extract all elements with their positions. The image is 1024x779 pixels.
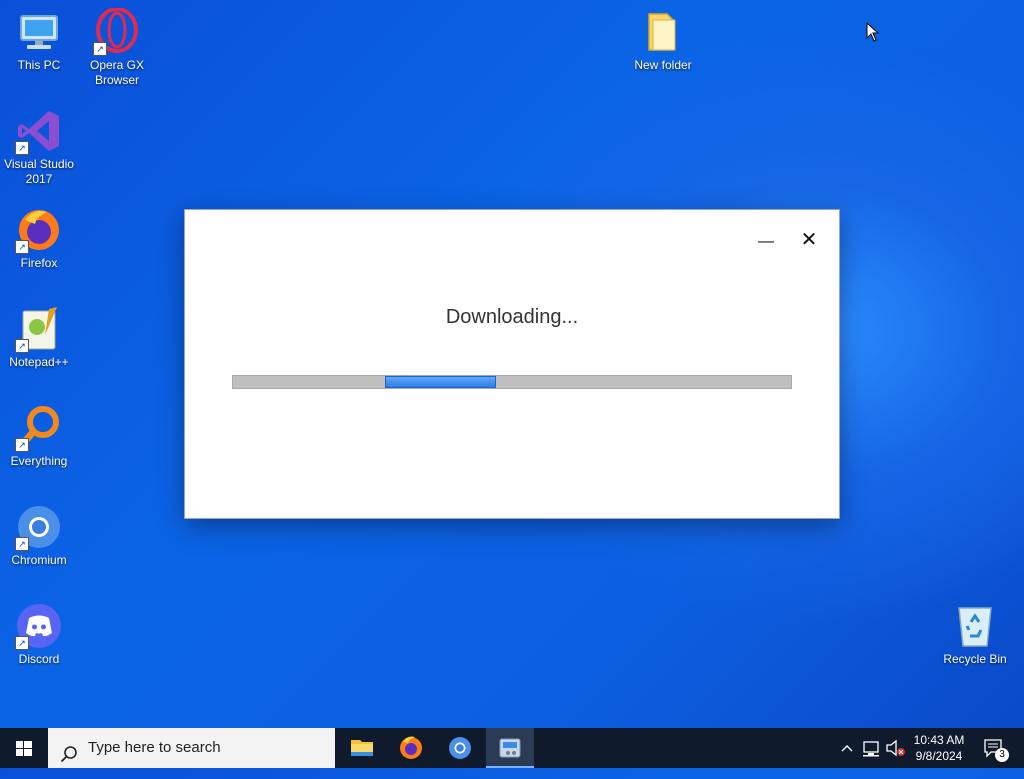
volume-muted-icon[interactable] [884, 728, 906, 768]
desktop-icon-firefox[interactable]: ↗ Firefox [0, 206, 78, 271]
desktop-icon-label: Discord [18, 652, 60, 666]
desktop-icon-notepadpp[interactable]: ↗ Notepad++ [0, 305, 78, 370]
desktop-icon-label: Everything [10, 454, 68, 468]
shortcut-arrow-icon: ↗ [15, 339, 29, 353]
desktop-icon-label: Firefox [20, 256, 58, 270]
taskbar-app-installer[interactable] [486, 728, 534, 768]
taskbar: Type here to search 10:43 AM 9/8/2024 3 [0, 728, 1024, 768]
firefox-icon: ↗ [15, 206, 63, 254]
recycle-bin-icon [951, 602, 999, 650]
desktop-icon-chromium[interactable]: ↗ Chromium [0, 503, 78, 568]
desktop-icon-recycle-bin[interactable]: Recycle Bin [936, 602, 1014, 667]
notepadpp-icon: ↗ [15, 305, 63, 353]
clock-time: 10:43 AM [913, 733, 965, 747]
desktop-icon-label: Chromium [11, 553, 67, 567]
search-placeholder: Type here to search [88, 739, 221, 756]
desktop-icon-discord[interactable]: ↗ Discord [0, 602, 78, 667]
shortcut-arrow-icon: ↗ [93, 42, 107, 56]
shortcut-arrow-icon: ↗ [15, 141, 29, 155]
close-button[interactable]: ✕ [793, 224, 825, 256]
search-icon [60, 739, 78, 779]
taskbar-search-box[interactable]: Type here to search [48, 728, 335, 768]
chromium-icon: ↗ [15, 503, 63, 551]
notification-center-button[interactable]: 3 [980, 728, 1010, 768]
installer-icon [499, 738, 521, 758]
taskbar-app-firefox[interactable] [387, 728, 435, 768]
windows-logo-icon [16, 741, 32, 756]
file-explorer-icon [351, 740, 373, 756]
discord-icon: ↗ [15, 602, 63, 650]
network-icon[interactable] [860, 728, 882, 768]
taskbar-clock[interactable]: 10:43 AM 9/8/2024 [906, 732, 972, 764]
monitor-icon [15, 8, 63, 56]
minimize-icon: — [758, 233, 774, 250]
desktop-icon-visual-studio[interactable]: ↗ Visual Studio 2017 [0, 107, 78, 187]
progress-indicator [385, 376, 496, 388]
desktop-icon-everything[interactable]: ↗ Everything [0, 404, 78, 469]
opera-gx-icon: ↗ [93, 7, 141, 56]
everything-icon: ↗ [15, 404, 63, 452]
tray-chevron-up-icon[interactable] [838, 728, 856, 768]
download-dialog: — ✕ Downloading... [184, 209, 840, 519]
desktop-icon-this-pc[interactable]: This PC [0, 8, 78, 73]
progress-bar [232, 375, 792, 389]
chromium-icon [449, 737, 471, 759]
firefox-icon [400, 736, 422, 759]
desktop-icon-label: New folder [634, 58, 692, 72]
desktop-icon-label: This PC [17, 58, 61, 72]
start-button[interactable] [0, 728, 48, 768]
close-icon: ✕ [800, 229, 818, 251]
clock-date: 9/8/2024 [915, 749, 963, 763]
desktop-icon-label: Notepad++ [9, 355, 69, 369]
folder-icon [639, 8, 687, 56]
shortcut-arrow-icon: ↗ [15, 537, 29, 551]
desktop-icon-label: Opera GX Browser [89, 58, 145, 87]
minimize-button[interactable]: — [750, 224, 782, 256]
shortcut-arrow-icon: ↗ [15, 240, 29, 254]
mouse-cursor-icon [866, 21, 880, 47]
desktop-icon-label: Visual Studio 2017 [4, 157, 74, 186]
desktop-icon-new-folder[interactable]: New folder [624, 8, 702, 73]
dialog-title: Downloading... [445, 306, 579, 328]
taskbar-app-chromium[interactable] [436, 728, 484, 768]
desktop-icon-opera-gx[interactable]: ↗ Opera GX Browser [78, 7, 156, 88]
visual-studio-icon: ↗ [15, 107, 63, 155]
shortcut-arrow-icon: ↗ [15, 438, 29, 452]
shortcut-arrow-icon: ↗ [15, 636, 29, 650]
notification-count-badge: 3 [995, 748, 1009, 762]
taskbar-app-file-explorer[interactable] [338, 728, 386, 768]
desktop-icon-label: Recycle Bin [943, 652, 1007, 666]
